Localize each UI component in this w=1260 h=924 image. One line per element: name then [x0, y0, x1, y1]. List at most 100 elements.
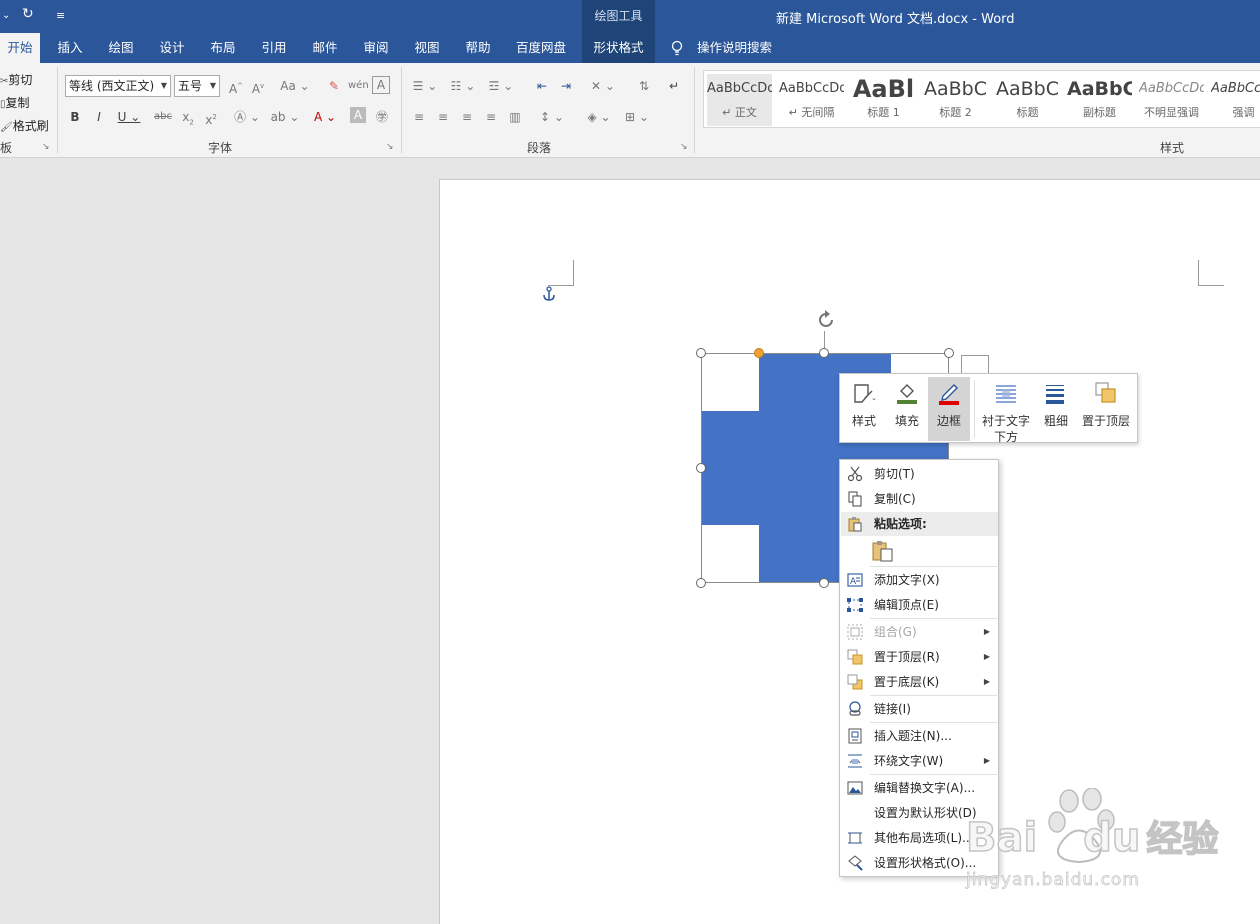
style-title[interactable]: AaBbC 标题 [995, 74, 1060, 126]
increase-indent-icon[interactable]: ⇥ [556, 76, 576, 96]
menu-item-group[interactable]: 组合(G) ▶ [841, 620, 998, 644]
numbering-icon[interactable]: ☷ ⌄ [448, 76, 478, 96]
tab-draw[interactable]: 绘图 [100, 33, 142, 63]
shape-fill-button[interactable]: 填充 [888, 377, 926, 441]
paste-keep-source-icon[interactable] [872, 540, 894, 562]
style-no-spacing[interactable]: AaBbCcDd ↵ 无间隔 [779, 74, 844, 126]
justify-icon[interactable]: ≡ [482, 107, 500, 127]
menu-item-bring-to-front[interactable]: 置于顶层(R) ▶ [841, 645, 998, 669]
tab-layout[interactable]: 布局 [202, 33, 244, 63]
style-normal[interactable]: AaBbCcDd ↵ 正文 [707, 74, 772, 126]
dialog-launcher-icon[interactable]: ↘ [42, 141, 50, 153]
format-painter-button[interactable]: 🖌格式刷 [0, 117, 49, 134]
distributed-icon[interactable]: ▥ [506, 107, 524, 127]
chinese-layout-icon[interactable]: ✕ ⌄ [588, 76, 618, 96]
resize-handle[interactable] [819, 348, 829, 358]
resize-handle[interactable] [696, 578, 706, 588]
tab-baidu-netdisk[interactable]: 百度网盘 [510, 33, 572, 63]
strikethrough-icon[interactable]: abc [152, 107, 174, 127]
tab-home[interactable]: 开始 [0, 33, 40, 63]
redo-icon[interactable]: ↻ [22, 6, 34, 22]
shrink-font-icon[interactable]: Av [250, 76, 266, 99]
phonetic-guide-icon[interactable]: wén [348, 76, 369, 96]
cut-button[interactable]: ✂剪切 [0, 71, 32, 88]
italic-icon[interactable]: I [92, 107, 106, 127]
font-size-combo[interactable]: 五号 ▼ [174, 75, 220, 97]
tab-references[interactable]: 引用 [253, 33, 295, 63]
brush-icon: 🖌 [0, 122, 13, 133]
underline-icon[interactable]: U ⌄ [116, 107, 142, 127]
style-heading-1[interactable]: AaBl 标题 1 [851, 74, 916, 126]
character-border-icon[interactable]: A [372, 76, 390, 94]
bring-to-front-button[interactable]: 置于顶层 [1078, 377, 1134, 441]
tab-insert[interactable]: 插入 [49, 33, 91, 63]
dialog-launcher-icon[interactable]: ↘ [680, 141, 688, 153]
menu-item-wrap-text[interactable]: 环绕文字(W) ▶ [841, 749, 998, 773]
copy-button[interactable]: ▯复制 [0, 94, 30, 111]
group-divider [57, 67, 58, 153]
align-left-icon[interactable]: ≡ [410, 107, 428, 127]
borders-icon[interactable]: ⊞ ⌄ [622, 107, 652, 127]
line-spacing-icon[interactable]: ↕ ⌄ [536, 107, 568, 127]
menu-separator [870, 695, 997, 696]
grow-font-icon[interactable]: A^ [228, 76, 244, 99]
font-color-icon[interactable]: A ⌄ [310, 107, 340, 127]
bold-icon[interactable]: B [68, 107, 82, 127]
menu-item-edit-points[interactable]: 编辑顶点(E) [841, 593, 998, 617]
tab-design[interactable]: 设计 [151, 33, 193, 63]
resize-handle[interactable] [696, 348, 706, 358]
tell-me-search[interactable]: 操作说明搜索 [697, 33, 772, 63]
resize-handle[interactable] [944, 348, 954, 358]
link-icon [849, 701, 861, 716]
shape-outline-button[interactable]: 边框 [928, 377, 970, 441]
superscript-icon[interactable]: x2 [203, 107, 219, 130]
bullets-icon[interactable]: ☰ ⌄ [410, 76, 440, 96]
resize-handle[interactable] [819, 578, 829, 588]
style-heading-2[interactable]: AaBbC 标题 2 [923, 74, 988, 126]
font-group-label: 字体 [208, 141, 233, 155]
rotate-handle-icon[interactable] [815, 309, 837, 331]
style-emphasis[interactable]: AaBbCcDd强调 [1211, 74, 1260, 126]
anchor-icon[interactable] [542, 286, 556, 302]
margin-corner-mark [1198, 260, 1224, 286]
adjustment-handle[interactable] [754, 348, 764, 358]
customize-qat-icon[interactable]: ≡ [56, 9, 65, 22]
mini-toolbar: ⌄ 样式 填充 边框 衬于文字 下方 粗细 置于顶层 [839, 373, 1138, 444]
menu-item-insert-caption[interactable]: 插入题注(N)... [841, 724, 998, 748]
font-name-combo[interactable]: 等线 (西文正文) ▼ [65, 75, 171, 97]
show-marks-icon[interactable]: ↵ [666, 76, 682, 96]
tab-review[interactable]: 审阅 [355, 33, 397, 63]
tab-view[interactable]: 视图 [406, 33, 448, 63]
subscript-icon[interactable]: x2 [180, 107, 196, 132]
change-case-icon[interactable]: Aa ⌄ [280, 76, 310, 96]
shading-icon[interactable]: ◈ ⌄ [584, 107, 614, 127]
shape-style-button[interactable]: ⌄ 样式 [846, 377, 882, 441]
style-subtle-emphasis[interactable]: AaBbCcDd 不明显强调 [1139, 74, 1204, 126]
menu-item-send-to-back[interactable]: 置于底层(K) ▶ [841, 670, 998, 694]
tab-mailings[interactable]: 邮件 [304, 33, 346, 63]
clear-format-icon[interactable]: ✎ [326, 76, 342, 96]
decrease-indent-icon[interactable]: ⇤ [532, 76, 552, 96]
dialog-launcher-icon[interactable]: ↘ [386, 141, 394, 153]
highlight-color-icon[interactable]: ab ⌄ [270, 107, 300, 127]
menu-item-cut[interactable]: 剪切(T) [841, 462, 998, 486]
align-right-icon[interactable]: ≡ [458, 107, 476, 127]
sort-icon[interactable]: ⇅ [634, 76, 654, 96]
menu-item-add-text[interactable]: A 添加文字(X) [841, 568, 998, 592]
text-effects-icon[interactable]: Ⓐ ⌄ [232, 107, 262, 127]
tab-help[interactable]: 帮助 [457, 33, 499, 63]
behind-text-button[interactable]: 衬于文字 下方 [980, 377, 1032, 444]
tab-shape-format[interactable]: 形状格式 [582, 33, 655, 63]
menu-item-link[interactable]: 链接(I) [841, 697, 998, 721]
menu-item-copy[interactable]: 复制(C) [841, 487, 998, 511]
resize-handle[interactable] [696, 463, 706, 473]
char-shading-icon[interactable]: A [350, 107, 366, 123]
line-weight-button[interactable]: 粗细 [1038, 377, 1074, 441]
style-subtitle[interactable]: AaBbC 副标题 [1067, 74, 1132, 126]
multilevel-list-icon[interactable]: ☲ ⌄ [486, 76, 516, 96]
layout-options-icon[interactable] [961, 355, 989, 375]
align-center-icon[interactable]: ≡ [434, 107, 452, 127]
lightbulb-icon[interactable] [670, 40, 684, 56]
qat-dropdown-icon[interactable]: ⌄ [2, 10, 10, 21]
enclose-char-icon[interactable]: ㊫ [374, 107, 390, 127]
